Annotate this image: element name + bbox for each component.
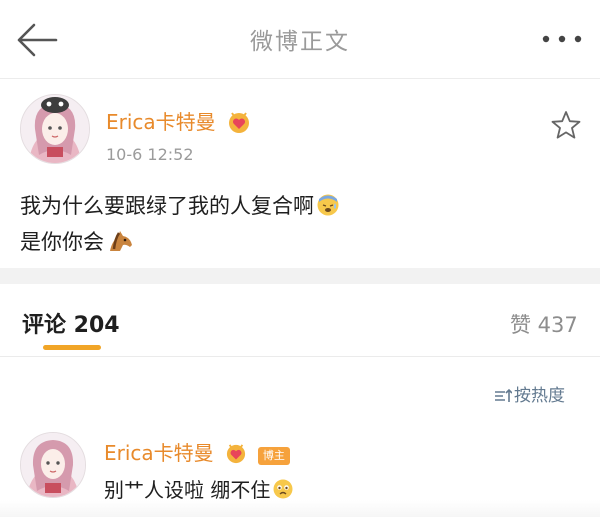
tab-likes[interactable]: 赞 437 [510,309,578,339]
post-username[interactable]: Erica卡特曼 [106,110,216,134]
vip-heart-badge-icon [225,443,247,468]
comment-text-content: 别艹人设啦 绷不住 [104,478,271,502]
comment-username[interactable]: Erica卡特曼 [104,441,214,465]
post-text-line-1: 我为什么要跟绿了我的人复合啊 [20,194,314,218]
bottom-edge [0,500,600,517]
post-text-line-2: 是你你会 [20,230,104,254]
post-timestamp: 10-6 12:52 [106,145,194,164]
tab-comments[interactable]: 评论 204 [22,307,120,339]
post-author[interactable]: Erica卡特曼 [106,106,251,138]
favorite-button[interactable] [548,108,584,142]
sort-by-hot-button[interactable]: 按热度 [494,381,565,406]
avatar-illustration [21,433,85,497]
more-options-button[interactable] [538,26,586,52]
star-outline-icon [551,111,581,139]
more-dots-icon [542,35,582,43]
avatar[interactable] [20,94,90,164]
author-tag-badge: 博主 [257,446,290,465]
sort-label: 按热度 [514,386,565,406]
avatar-illustration [21,95,89,163]
horse-emoji-icon [106,229,136,258]
avatar[interactable] [20,432,86,498]
post-text-line: 我为什么要跟绿了我的人复合啊 [20,190,340,222]
cold-sweat-emoji-icon [316,193,340,222]
post-text-line: 是你你会 [20,226,136,258]
divider [0,356,600,357]
vip-heart-badge-icon [227,111,251,138]
comment-author[interactable]: Erica卡特曼 博主 [104,437,290,468]
sort-icon [495,388,513,402]
section-divider [0,268,600,284]
page-title: 微博正文 [250,29,350,55]
active-tab-indicator [43,345,101,350]
